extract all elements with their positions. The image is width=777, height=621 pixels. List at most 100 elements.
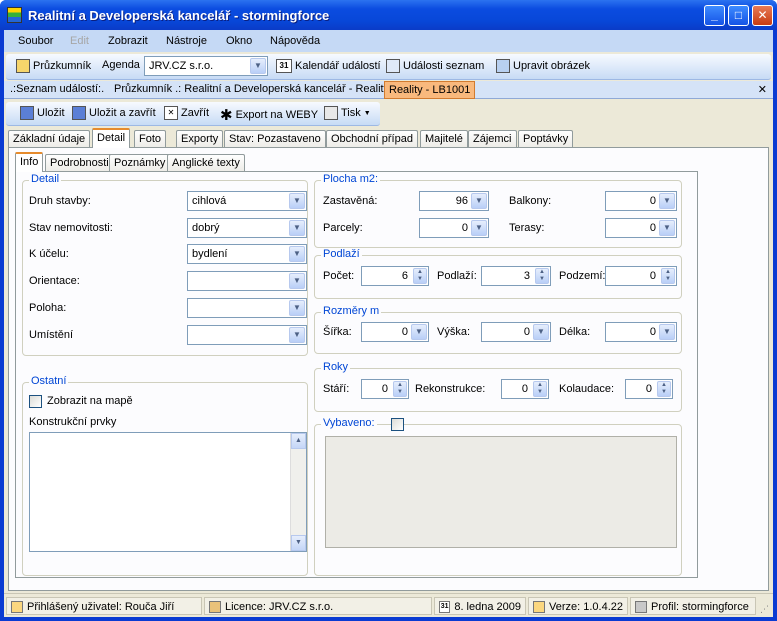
events-list-button[interactable]: Události seznam <box>386 59 484 73</box>
parcely-input[interactable]: 0 ▼ <box>419 218 489 238</box>
rekonstrukce-input[interactable]: 0 ▲ ▼ <box>501 379 549 399</box>
subtab-anglicke-texty[interactable]: Anglické texty <box>167 154 245 172</box>
menu-napoveda[interactable]: Nápověda <box>270 35 320 47</box>
tab-exporty[interactable]: Exporty <box>176 130 224 148</box>
balkony-input[interactable]: 0 ▼ <box>605 191 677 211</box>
chevron-down-icon[interactable]: ▼ <box>289 193 305 209</box>
spinner-arrows-icon[interactable]: ▲ ▼ <box>661 268 675 284</box>
maximize-button[interactable]: □ <box>728 5 749 26</box>
orientace-select[interactable]: ▼ <box>187 271 307 291</box>
menu-zobrazit[interactable]: Zobrazit <box>108 35 148 47</box>
chevron-down-icon[interactable]: ▼ <box>411 324 427 340</box>
menu-bar: Soubor Edit Zobrazit Nástroje Okno Nápov… <box>4 30 773 52</box>
chevron-down-icon[interactable]: ▼ <box>289 273 305 289</box>
podlazi-input[interactable]: 3 ▲ ▼ <box>481 266 551 286</box>
tab-zakladni-udaje[interactable]: Základní údaje <box>8 130 91 148</box>
chevron-down-icon[interactable]: ▼ <box>289 246 305 262</box>
subtab-poznamky[interactable]: Poznámky <box>109 154 171 172</box>
resize-grip-icon[interactable]: ⋰ <box>760 604 769 615</box>
edit-image-button[interactable]: Upravit obrázek <box>496 59 590 73</box>
spinner-arrows-icon[interactable]: ▲ ▼ <box>535 268 549 284</box>
close-record-button[interactable]: ✕ Zavřít <box>164 106 209 120</box>
chevron-down-icon[interactable]: ▼ <box>289 300 305 316</box>
doc-tab-explorer[interactable]: Průzkumník .: Realitní a Developerská ka… <box>114 83 389 95</box>
image-icon <box>496 59 510 73</box>
menu-edit[interactable]: Edit <box>70 35 89 47</box>
umisteni-select[interactable]: ▼ <box>187 325 307 345</box>
k-ucelu-select[interactable]: bydlení ▼ <box>187 244 307 264</box>
agenda-select[interactable]: JRV.CZ s.r.o. ▼ <box>144 56 268 76</box>
calendar-icon: 31 <box>276 59 292 73</box>
kolaudace-input[interactable]: 0 ▲ ▼ <box>625 379 673 399</box>
export-button[interactable]: ✱ Export na WEBY <box>220 106 318 124</box>
doc-tab-events[interactable]: .:Seznam událostí:. <box>10 83 104 95</box>
explorer-button[interactable]: Průzkumník <box>16 59 91 73</box>
chevron-down-icon[interactable]: ▼ <box>250 58 266 74</box>
balkony-label: Balkony: <box>509 195 552 207</box>
vybaveno-checkbox[interactable] <box>391 418 404 431</box>
vyska-label: Výška: <box>437 326 471 338</box>
spinner-arrows-icon[interactable]: ▲ ▼ <box>393 381 407 397</box>
vybaveno-group: Vybaveno: <box>314 417 682 576</box>
scroll-down-icon[interactable]: ▼ <box>291 535 306 551</box>
stav-nemovitosti-select[interactable]: dobrý ▼ <box>187 218 307 238</box>
roky-group-title: Roky <box>321 361 351 373</box>
poloha-select[interactable]: ▼ <box>187 298 307 318</box>
tab-foto[interactable]: Foto <box>134 130 167 148</box>
umisteni-label: Umístění <box>29 329 74 341</box>
show-on-map-checkbox[interactable] <box>29 395 42 408</box>
scroll-up-icon[interactable]: ▲ <box>291 433 306 449</box>
tab-stav[interactable]: Stav: Pozastaveno <box>224 130 326 148</box>
tab-obchodni-pripad[interactable]: Obchodní případ <box>326 130 418 148</box>
chevron-down-icon[interactable]: ▼ <box>659 324 675 340</box>
close-icon[interactable]: ✕ <box>758 83 767 96</box>
folder-icon <box>16 59 30 73</box>
lock-icon <box>533 601 545 613</box>
chevron-down-icon[interactable]: ▼ <box>471 220 487 236</box>
close-box-icon: ✕ <box>164 106 178 120</box>
chevron-down-icon[interactable]: ▼ <box>289 220 305 236</box>
explorer-label: Průzkumník <box>33 60 92 72</box>
title-bar[interactable]: Realitní a Developerská kancelář - storm… <box>0 0 777 30</box>
delka-input[interactable]: 0 ▼ <box>605 322 677 342</box>
subtab-info[interactable]: Info <box>15 152 44 172</box>
sirka-input[interactable]: 0 ▼ <box>361 322 429 342</box>
status-version-text: Verze: 1.0.4.22 <box>549 601 623 613</box>
zastavena-input[interactable]: 96 ▼ <box>419 191 489 211</box>
spinner-arrows-icon[interactable]: ▲ ▼ <box>413 268 427 284</box>
main-toolbar: Průzkumník Agenda JRV.CZ s.r.o. ▼ 31 Kal… <box>6 54 771 80</box>
tab-zajemci[interactable]: Zájemci <box>468 130 517 148</box>
parcely-value: 0 <box>461 222 468 234</box>
detail-group-title: Detail <box>29 173 62 185</box>
print-button[interactable]: Tisk ▼ <box>324 106 371 120</box>
subtab-podrobnosti[interactable]: Podrobnosti <box>45 154 114 172</box>
podzemi-input[interactable]: 0 ▲ ▼ <box>605 266 677 286</box>
tab-poptavky[interactable]: Poptávky <box>518 130 574 148</box>
spinner-arrows-icon[interactable]: ▲ ▼ <box>533 381 547 397</box>
stari-input[interactable]: 0 ▲ ▼ <box>361 379 409 399</box>
save-button[interactable]: Uložit <box>20 106 65 120</box>
menu-soubor[interactable]: Soubor <box>18 35 53 47</box>
chevron-down-icon[interactable]: ▼ <box>471 193 487 209</box>
spinner-arrows-icon[interactable]: ▲ ▼ <box>657 381 671 397</box>
terasy-input[interactable]: 0 ▼ <box>605 218 677 238</box>
pocet-input[interactable]: 6 ▲ ▼ <box>361 266 429 286</box>
menu-nastroje[interactable]: Nástroje <box>166 35 207 47</box>
chevron-down-icon[interactable]: ▼ <box>533 324 549 340</box>
minimize-button[interactable]: _ <box>704 5 725 26</box>
druh-stavby-select[interactable]: cihlová ▼ <box>187 191 307 211</box>
tab-majitele[interactable]: Majitelé <box>420 130 468 148</box>
vyska-input[interactable]: 0 ▼ <box>481 322 551 342</box>
menu-okno[interactable]: Okno <box>226 35 252 47</box>
vertical-scrollbar[interactable]: ▲ ▼ <box>290 433 306 551</box>
save-close-button[interactable]: Uložit a zavřít <box>72 106 156 120</box>
chevron-down-icon[interactable]: ▼ <box>659 193 675 209</box>
poloha-label: Poloha: <box>29 302 67 314</box>
close-window-button[interactable]: ✕ <box>752 5 773 26</box>
doc-tab-reality[interactable]: Reality - LB1001 <box>384 81 476 99</box>
chevron-down-icon[interactable]: ▼ <box>289 327 305 343</box>
chevron-down-icon[interactable]: ▼ <box>659 220 675 236</box>
construction-textarea[interactable]: ▲ ▼ <box>29 432 307 552</box>
calendar-button[interactable]: 31 Kalendář událostí <box>276 59 381 73</box>
tab-detail[interactable]: Detail <box>92 128 131 148</box>
